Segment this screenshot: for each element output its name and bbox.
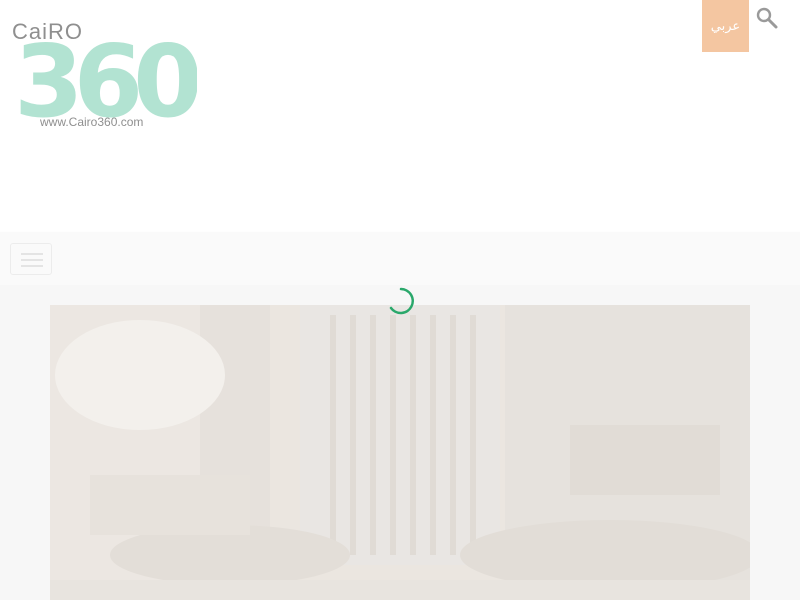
- site-header: CaiRO 360 www.Cairo360.com عربي: [0, 0, 800, 232]
- loading-spinner: [386, 286, 416, 316]
- site-logo[interactable]: CaiRO 360 www.Cairo360.com: [12, 18, 208, 140]
- hero-image: [50, 305, 750, 600]
- logo-digits: 360: [14, 23, 197, 130]
- hamburger-menu-icon: [21, 253, 43, 255]
- language-switch-label: عربي: [710, 18, 741, 34]
- search-icon: [756, 7, 778, 29]
- restaurant-interior-image: [50, 305, 750, 600]
- navigation-bar: [0, 232, 800, 285]
- search-button[interactable]: [755, 6, 779, 30]
- language-switch-button[interactable]: عربي: [702, 0, 749, 52]
- logo-graphic: CaiRO 360 www.Cairo360.com: [12, 19, 208, 140]
- menu-toggle-button[interactable]: [10, 243, 52, 275]
- loading-spinner-icon: [389, 287, 414, 315]
- logo-url: www.Cairo360.com: [39, 115, 143, 129]
